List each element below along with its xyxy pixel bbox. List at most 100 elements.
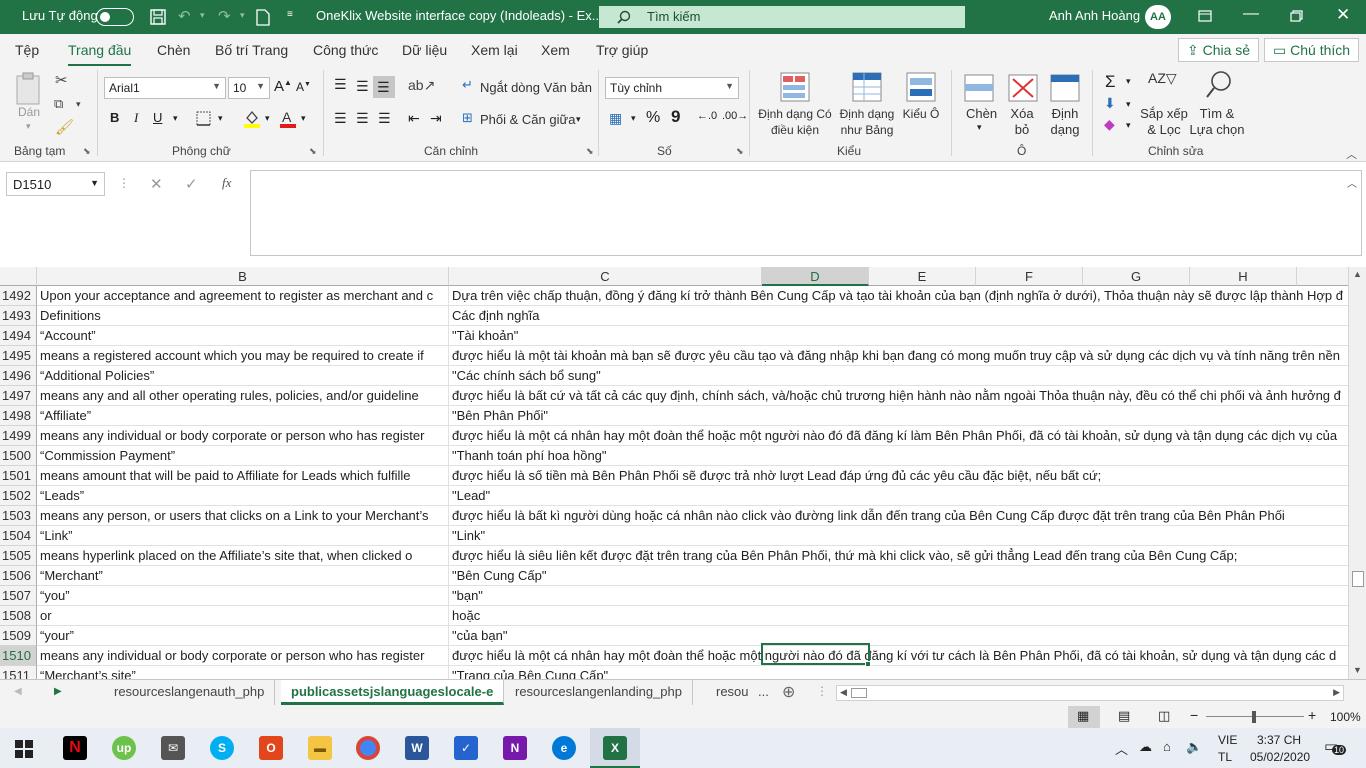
format-cells-button[interactable]: Định dạng	[1045, 106, 1085, 138]
column-header-b[interactable]: B	[37, 267, 449, 286]
minimize-icon[interactable]: —	[1243, 5, 1259, 23]
cell-c[interactable]: "của bạn"	[449, 626, 1348, 646]
sort-filter-icon[interactable]: AZ▽	[1148, 70, 1177, 87]
cell-c[interactable]: "Bên Cung Cấp"	[449, 566, 1348, 586]
notifications-button[interactable]: ▭ 10	[1322, 737, 1347, 759]
share-button[interactable]: ⇪ Chia sẻ	[1178, 38, 1260, 62]
row-header[interactable]: 1499	[0, 426, 37, 446]
scroll-up-icon[interactable]: ▲	[1353, 269, 1362, 279]
middle-align-icon[interactable]: ☰	[356, 78, 369, 95]
cell-b[interactable]: “Affiliate”	[37, 406, 449, 426]
cell-c[interactable]: "Link"	[449, 526, 1348, 546]
autosum-icon[interactable]: Σ	[1105, 72, 1116, 92]
zoom-in-icon[interactable]: +	[1308, 707, 1316, 723]
alignment-launcher-icon[interactable]: ⬊	[586, 146, 594, 157]
excel-taskbar-button[interactable]: X	[590, 728, 640, 768]
input-language-sub[interactable]: TL	[1218, 750, 1232, 764]
more-sheets-button[interactable]: ...	[758, 684, 769, 699]
todo-icon[interactable]: ✓	[454, 736, 478, 760]
horizontal-scrollbar[interactable]: ◀ ▶	[836, 685, 1344, 701]
merge-center-icon[interactable]: ⊞	[462, 110, 473, 126]
row-header[interactable]: 1510	[0, 646, 37, 666]
onenote-icon[interactable]: N	[503, 736, 527, 760]
cell-c[interactable]: "Thanh toán phí hoa hồng"	[449, 446, 1348, 466]
italic-button[interactable]: I	[134, 110, 138, 126]
ribbon-display-icon[interactable]	[1198, 10, 1212, 22]
customize-qat-icon[interactable]: ≡	[287, 9, 293, 20]
align-center-icon[interactable]: ☰	[356, 110, 369, 127]
column-header-d[interactable]: D	[762, 267, 869, 286]
redo-icon[interactable]: ↷	[218, 7, 231, 25]
format-as-table-icon[interactable]	[852, 72, 882, 102]
undo-icon[interactable]: ↶	[178, 7, 191, 25]
cell-c[interactable]: "Bên Phân Phối"	[449, 406, 1348, 426]
format-cells-icon[interactable]	[1050, 74, 1080, 102]
tab-file[interactable]: Tệp	[15, 42, 39, 58]
cell-c[interactable]: "Lead"	[449, 486, 1348, 506]
cell-c[interactable]: hoặc	[449, 606, 1348, 626]
office-icon[interactable]: O	[259, 736, 283, 760]
fill-color-dropdown-icon[interactable]: ▾	[265, 113, 270, 124]
row-header[interactable]: 1502	[0, 486, 37, 506]
row-header[interactable]: 1505	[0, 546, 37, 566]
copy-dropdown-icon[interactable]: ▾	[76, 99, 81, 110]
cell-b[interactable]: means any person, or users that clicks o…	[37, 506, 449, 526]
bold-button[interactable]: B	[110, 110, 119, 125]
borders-icon[interactable]	[196, 111, 211, 126]
accounting-dropdown-icon[interactable]: ▾	[631, 113, 636, 124]
orientation-icon[interactable]: ab↗	[408, 77, 435, 94]
scroll-right-icon[interactable]: ▶	[1333, 687, 1340, 698]
paste-dropdown-icon[interactable]: ▾	[26, 118, 31, 134]
cell-b[interactable]: “Account”	[37, 326, 449, 346]
cell-b[interactable]: “Commission Payment”	[37, 446, 449, 466]
undo-dropdown-icon[interactable]: ▾	[200, 10, 205, 21]
row-header[interactable]: 1507	[0, 586, 37, 606]
avatar[interactable]: AA	[1145, 5, 1171, 29]
row-header[interactable]: 1503	[0, 506, 37, 526]
zoom-out-icon[interactable]: −	[1190, 707, 1198, 723]
cell-b[interactable]: means amount that will be paid to Affili…	[37, 466, 449, 486]
top-align-icon[interactable]: ☰	[334, 76, 347, 93]
number-format-select[interactable]: Tùy chỉnh ▼	[605, 77, 739, 99]
underline-dropdown-icon[interactable]: ▾	[173, 113, 178, 124]
tab-insert[interactable]: Chèn	[157, 42, 190, 58]
font-color-dropdown-icon[interactable]: ▾	[301, 113, 306, 124]
zoom-level[interactable]: 100%	[1330, 710, 1361, 724]
vertical-scrollbar[interactable]: ▲ ▼	[1348, 267, 1366, 679]
row-header[interactable]: 1501	[0, 466, 37, 486]
cell-b[interactable]: means any and all other operating rules,…	[37, 386, 449, 406]
file-explorer-icon[interactable]: ▬	[308, 736, 332, 760]
shrink-font-icon[interactable]: A▼	[296, 80, 311, 94]
new-document-icon[interactable]	[256, 9, 270, 26]
search-box[interactable]: Tìm kiếm	[599, 6, 965, 28]
cell-b[interactable]: “Leads”	[37, 486, 449, 506]
cell-b[interactable]: “Link”	[37, 526, 449, 546]
cell-b[interactable]: “your”	[37, 626, 449, 646]
sheet-tab[interactable]: resourceslangenauth_php	[104, 680, 276, 705]
column-header-c[interactable]: C	[449, 267, 762, 286]
add-sheet-icon[interactable]: ⊕	[782, 682, 795, 702]
conditional-formatting-button[interactable]: Định dạng Có điều kiện	[758, 106, 832, 138]
cell-c[interactable]: được hiểu là một cá nhân hay một đoàn th…	[449, 646, 1348, 666]
tab-data[interactable]: Dữ liệu	[402, 42, 447, 58]
number-launcher-icon[interactable]: ⬊	[736, 146, 744, 157]
font-color-icon[interactable]: A	[279, 109, 297, 129]
copy-icon[interactable]: ⧉	[54, 96, 63, 112]
cell-styles-icon[interactable]	[906, 72, 936, 102]
cell-b[interactable]: means a registered account which you may…	[37, 346, 449, 366]
align-right-icon[interactable]: ☰	[378, 110, 391, 127]
word-icon[interactable]: W	[405, 736, 429, 760]
show-hidden-icons[interactable]: ︿	[1115, 739, 1128, 758]
cell-c[interactable]: được hiểu là một cá nhân hay một đoàn th…	[449, 426, 1348, 446]
font-name-select[interactable]: Arial1 ▼	[104, 77, 226, 99]
cell-c[interactable]: được hiểu là bất kì người dùng hoặc cá n…	[449, 506, 1348, 526]
onedrive-icon[interactable]: ☁	[1139, 739, 1152, 755]
collapse-ribbon-icon[interactable]: ︿	[1346, 146, 1357, 162]
sheet-tab-active[interactable]: publicassetsjslanguageslocale-e	[281, 680, 505, 705]
row-header[interactable]: 1492	[0, 286, 37, 306]
skype-icon[interactable]: S	[210, 736, 234, 760]
bottom-align-button[interactable]: ☰	[373, 76, 395, 98]
chrome-icon[interactable]	[356, 736, 380, 760]
cell-c[interactable]: được hiểu là siêu liên kết được đặt trên…	[449, 546, 1348, 566]
borders-dropdown-icon[interactable]: ▾	[218, 113, 223, 124]
